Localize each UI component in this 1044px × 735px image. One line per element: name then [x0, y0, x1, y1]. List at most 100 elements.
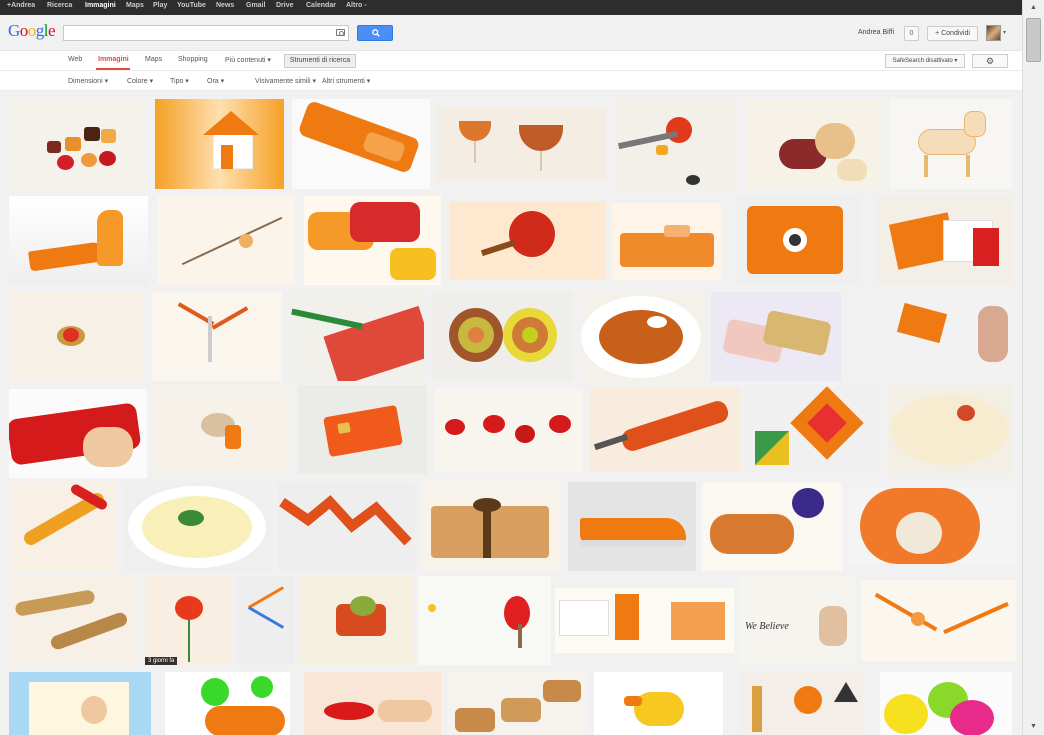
gbar-youtube[interactable]: YouTube [177, 2, 206, 9]
result-caption: We Believe [745, 621, 789, 632]
image-result-red-roses[interactable] [435, 389, 583, 472]
logo-letter: g [35, 21, 45, 40]
image-result-gold-iphones[interactable] [711, 292, 841, 381]
gbar-maps[interactable]: Maps [126, 2, 144, 9]
image-result-girl-cartoon[interactable] [9, 672, 151, 735]
image-result-branch-flower[interactable] [157, 196, 295, 285]
image-result-straws[interactable] [236, 576, 294, 665]
active-tab-indicator [96, 68, 130, 70]
image-result-horns[interactable] [9, 576, 138, 665]
image-result-hand-kiss[interactable] [304, 672, 441, 735]
user-name[interactable]: Andrea Biffi [858, 29, 894, 36]
image-result-tartlets[interactable] [447, 672, 586, 735]
image-result-we-believe[interactable]: We Believe [739, 576, 855, 665]
image-result-poppy[interactable]: 3 giorni fa [145, 576, 231, 665]
image-result-zigzag[interactable] [278, 482, 415, 571]
filter-visually-similar[interactable]: Visivamente simili ▾ [255, 77, 316, 85]
image-result-duck-toy[interactable] [594, 672, 723, 735]
avatar[interactable] [986, 25, 1001, 41]
settings-button[interactable]: ⚙ [972, 54, 1008, 68]
image-result-colored-eggs[interactable] [880, 672, 1012, 735]
camera-icon[interactable] [336, 29, 345, 36]
image-result-orange-bed[interactable] [612, 203, 721, 280]
search-tools-row: Dimensioni ▾ Colore ▾ Tipo ▾ Ora ▾ Visiv… [0, 71, 1022, 91]
image-result-orange-girl[interactable] [848, 488, 1016, 564]
gbar-news[interactable]: News [216, 2, 234, 9]
search-icon [372, 29, 380, 37]
image-result-paper-straws[interactable] [861, 580, 1016, 661]
image-result-orange-ribbon[interactable] [9, 482, 116, 571]
image-result-ping-pong[interactable] [418, 576, 551, 665]
gbar-plus-andrea[interactable]: +Andrea [7, 2, 35, 9]
gbar-calendar[interactable]: Calendar [306, 2, 336, 9]
scroll-up-icon[interactable]: ▲ [1023, 0, 1044, 16]
image-result-orange-sim-card[interactable] [298, 385, 427, 474]
notification-count[interactable]: 0 [904, 26, 919, 41]
image-result-orange-phone[interactable] [292, 99, 430, 189]
image-result-geometric[interactable] [742, 672, 863, 735]
image-result-soup-plate[interactable] [579, 292, 704, 381]
logo-letter: G [8, 21, 20, 40]
gbar-altro[interactable]: Altro - [346, 2, 367, 9]
share-button[interactable]: + Condividi [927, 26, 978, 41]
image-result-target-circles[interactable] [431, 292, 573, 381]
image-result-orange-ipad-case[interactable] [735, 196, 861, 285]
image-result-soup-herbs[interactable] [887, 385, 1012, 474]
search-tools-button[interactable]: Strumenti di ricerca [284, 54, 356, 68]
image-result-red-towel-hand[interactable] [9, 389, 147, 478]
scroll-down-icon[interactable]: ▼ [1023, 719, 1044, 735]
image-result-screwdriver[interactable] [590, 387, 741, 472]
result-age-badge: 3 giorni fa [145, 657, 178, 665]
safesearch-dropdown[interactable]: SafeSearch disattivato ▾ [885, 54, 965, 68]
image-result-girl-kite[interactable] [848, 298, 1016, 374]
image-result-baby[interactable] [745, 99, 881, 189]
search-nav: Web Immagini Maps Shopping Più contenuti… [0, 51, 1022, 71]
image-result-cream-plate[interactable] [122, 482, 272, 571]
search-button[interactable] [357, 25, 393, 41]
search-input[interactable] [63, 25, 349, 41]
image-result-tangram[interactable] [747, 385, 877, 474]
tab-maps[interactable]: Maps [145, 56, 162, 63]
image-result-tomato-tongs[interactable] [614, 99, 737, 189]
logo-letter: o [27, 21, 37, 40]
image-result-cabbage-box[interactable] [300, 576, 413, 665]
chevron-down-icon[interactable]: ▾ [1003, 29, 1006, 36]
header: Google Andrea Biffi 0 + Condividi ▾ [0, 15, 1022, 51]
image-result-wooden-box[interactable] [421, 482, 561, 571]
filter-time[interactable]: Ora ▾ [207, 77, 224, 85]
image-result-cocktail-glasses[interactable] [437, 107, 606, 181]
gear-icon: ⚙ [985, 56, 995, 66]
image-result-coral-ring[interactable] [9, 292, 144, 381]
filter-size[interactable]: Dimensioni ▾ [68, 77, 108, 85]
tab-more[interactable]: Più contenuti ▾ [225, 56, 271, 64]
image-result-pomegranate[interactable] [449, 201, 606, 280]
image-result-candies[interactable] [9, 99, 146, 189]
tab-shopping[interactable]: Shopping [178, 56, 208, 63]
image-result-wooden-toy[interactable] [702, 482, 842, 571]
tab-immagini[interactable]: Immagini [98, 56, 129, 63]
page-scrollbar[interactable]: ▲ ▼ [1022, 0, 1044, 735]
image-result-orange-sneaker[interactable] [568, 482, 696, 571]
image-result-orange-clips[interactable] [152, 292, 282, 381]
scrollbar-thumb[interactable] [1026, 18, 1041, 62]
gbar-immagini[interactable]: Immagini [85, 2, 116, 9]
image-result-pencil-ruler[interactable] [289, 292, 424, 381]
filter-type[interactable]: Tipo ▾ [170, 77, 189, 85]
gbar-ricerca[interactable]: Ricerca [47, 2, 72, 9]
filter-color[interactable]: Colore ▾ [127, 77, 153, 85]
filter-more-tools[interactable]: Altri strumenti ▾ [322, 77, 370, 85]
tab-web[interactable]: Web [68, 56, 82, 63]
image-result-orange-house[interactable] [155, 99, 284, 189]
image-result-orange-notebooks[interactable] [555, 588, 734, 653]
google-logo[interactable]: Google [8, 21, 56, 41]
image-result-green-dots[interactable] [165, 672, 290, 735]
image-result-orange-bowls[interactable] [304, 196, 441, 285]
google-images-page: +Andrea Ricerca Immagini Maps Play YouTu… [0, 0, 1044, 735]
gbar-gmail[interactable]: Gmail [246, 2, 265, 9]
image-result-shell-ring[interactable] [153, 385, 290, 474]
gbar-drive[interactable]: Drive [276, 2, 294, 9]
gbar-play[interactable]: Play [153, 2, 167, 9]
image-result-glass-dog[interactable] [890, 99, 1012, 189]
image-result-orange-book[interactable] [877, 196, 1014, 285]
image-result-orange-heel[interactable] [9, 196, 148, 285]
